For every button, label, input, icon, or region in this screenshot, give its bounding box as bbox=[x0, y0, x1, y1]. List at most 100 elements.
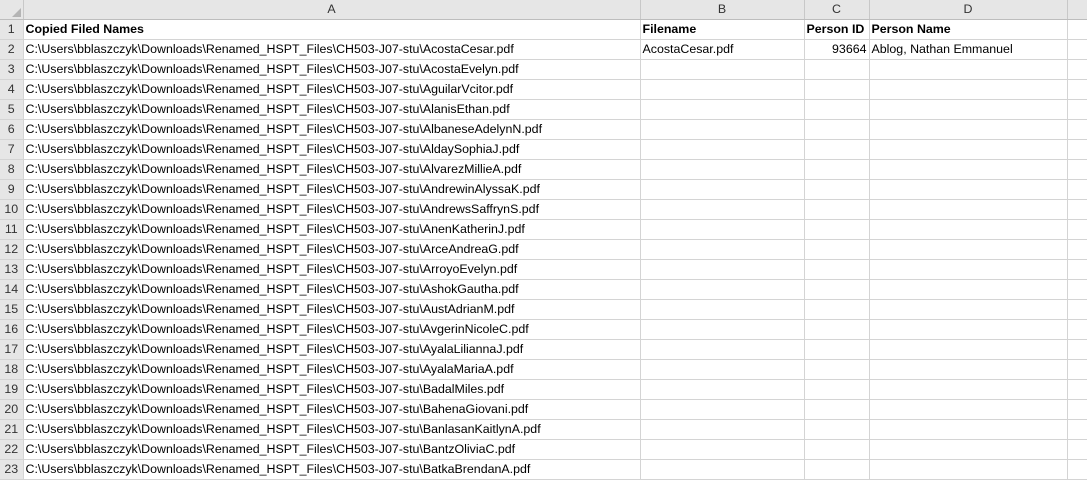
cell-filename[interactable] bbox=[640, 279, 805, 300]
cell-filename[interactable] bbox=[640, 319, 805, 340]
cell-filename[interactable] bbox=[640, 119, 805, 140]
cell-filename[interactable] bbox=[640, 59, 805, 80]
cell-person-id[interactable] bbox=[804, 279, 870, 300]
cell-empty[interactable] bbox=[1067, 259, 1087, 280]
row-header[interactable]: 15 bbox=[0, 299, 24, 320]
cell-person-id[interactable] bbox=[804, 339, 870, 360]
cell-path[interactable]: C:\Users\bblaszczyk\Downloads\Renamed_HS… bbox=[23, 239, 641, 260]
cell-c1[interactable]: Person ID bbox=[804, 19, 870, 40]
cell-empty[interactable] bbox=[1067, 159, 1087, 180]
cell-b1[interactable]: Filename bbox=[640, 19, 805, 40]
cell-filename[interactable] bbox=[640, 79, 805, 100]
cell-person-name[interactable] bbox=[869, 279, 1068, 300]
cell-person-id[interactable] bbox=[804, 99, 870, 120]
cell-person-name[interactable] bbox=[869, 139, 1068, 160]
row-header[interactable]: 18 bbox=[0, 359, 24, 380]
row-header[interactable]: 21 bbox=[0, 419, 24, 440]
cell-empty[interactable] bbox=[1067, 219, 1087, 240]
cell-path[interactable]: C:\Users\bblaszczyk\Downloads\Renamed_HS… bbox=[23, 179, 641, 200]
cell-filename[interactable] bbox=[640, 459, 805, 480]
cell-filename[interactable] bbox=[640, 239, 805, 260]
row-header[interactable]: 12 bbox=[0, 239, 24, 260]
cell-path[interactable]: C:\Users\bblaszczyk\Downloads\Renamed_HS… bbox=[23, 359, 641, 380]
cell-person-name[interactable] bbox=[869, 459, 1068, 480]
cell-e1[interactable] bbox=[1067, 19, 1087, 40]
row-header[interactable]: 7 bbox=[0, 139, 24, 160]
select-all-button[interactable] bbox=[0, 0, 24, 20]
cell-filename[interactable] bbox=[640, 339, 805, 360]
cell-person-id[interactable]: 93664 bbox=[804, 39, 870, 60]
cell-person-name[interactable] bbox=[869, 199, 1068, 220]
cell-person-id[interactable] bbox=[804, 239, 870, 260]
row-header[interactable]: 16 bbox=[0, 319, 24, 340]
row-header[interactable]: 20 bbox=[0, 399, 24, 420]
cell-filename[interactable] bbox=[640, 179, 805, 200]
row-header[interactable]: 6 bbox=[0, 119, 24, 140]
row-header[interactable]: 8 bbox=[0, 159, 24, 180]
cell-person-name[interactable] bbox=[869, 119, 1068, 140]
cell-person-id[interactable] bbox=[804, 219, 870, 240]
cell-person-name[interactable]: Ablog, Nathan Emmanuel bbox=[869, 39, 1068, 60]
cell-person-name[interactable] bbox=[869, 379, 1068, 400]
cell-person-name[interactable] bbox=[869, 259, 1068, 280]
cell-path[interactable]: C:\Users\bblaszczyk\Downloads\Renamed_HS… bbox=[23, 299, 641, 320]
cell-empty[interactable] bbox=[1067, 119, 1087, 140]
cell-person-id[interactable] bbox=[804, 459, 870, 480]
row-header[interactable]: 23 bbox=[0, 459, 24, 480]
cell-empty[interactable] bbox=[1067, 199, 1087, 220]
cell-filename[interactable] bbox=[640, 419, 805, 440]
row-header[interactable]: 2 bbox=[0, 39, 24, 60]
row-header[interactable]: 5 bbox=[0, 99, 24, 120]
cell-empty[interactable] bbox=[1067, 339, 1087, 360]
cell-filename[interactable] bbox=[640, 139, 805, 160]
cell-empty[interactable] bbox=[1067, 279, 1087, 300]
cell-person-name[interactable] bbox=[869, 159, 1068, 180]
cell-path[interactable]: C:\Users\bblaszczyk\Downloads\Renamed_HS… bbox=[23, 399, 641, 420]
row-header[interactable]: 11 bbox=[0, 219, 24, 240]
cell-person-name[interactable] bbox=[869, 219, 1068, 240]
cell-filename[interactable] bbox=[640, 299, 805, 320]
cell-empty[interactable] bbox=[1067, 99, 1087, 120]
cell-empty[interactable] bbox=[1067, 139, 1087, 160]
cell-person-id[interactable] bbox=[804, 199, 870, 220]
cell-empty[interactable] bbox=[1067, 319, 1087, 340]
cell-path[interactable]: C:\Users\bblaszczyk\Downloads\Renamed_HS… bbox=[23, 119, 641, 140]
cell-person-name[interactable] bbox=[869, 399, 1068, 420]
cell-path[interactable]: C:\Users\bblaszczyk\Downloads\Renamed_HS… bbox=[23, 419, 641, 440]
row-header[interactable]: 13 bbox=[0, 259, 24, 280]
cell-path[interactable]: C:\Users\bblaszczyk\Downloads\Renamed_HS… bbox=[23, 339, 641, 360]
cell-person-id[interactable] bbox=[804, 259, 870, 280]
cell-person-name[interactable] bbox=[869, 439, 1068, 460]
cell-filename[interactable] bbox=[640, 379, 805, 400]
column-header-b[interactable]: B bbox=[640, 0, 805, 20]
cell-person-id[interactable] bbox=[804, 139, 870, 160]
cell-person-name[interactable] bbox=[869, 419, 1068, 440]
cell-person-id[interactable] bbox=[804, 299, 870, 320]
cell-path[interactable]: C:\Users\bblaszczyk\Downloads\Renamed_HS… bbox=[23, 99, 641, 120]
cell-filename[interactable] bbox=[640, 399, 805, 420]
cell-person-name[interactable] bbox=[869, 239, 1068, 260]
cell-empty[interactable] bbox=[1067, 459, 1087, 480]
cell-empty[interactable] bbox=[1067, 299, 1087, 320]
cell-empty[interactable] bbox=[1067, 359, 1087, 380]
cell-person-name[interactable] bbox=[869, 319, 1068, 340]
row-header[interactable]: 10 bbox=[0, 199, 24, 220]
row-header[interactable]: 4 bbox=[0, 79, 24, 100]
row-header[interactable]: 17 bbox=[0, 339, 24, 360]
cell-path[interactable]: C:\Users\bblaszczyk\Downloads\Renamed_HS… bbox=[23, 279, 641, 300]
cell-path[interactable]: C:\Users\bblaszczyk\Downloads\Renamed_HS… bbox=[23, 159, 641, 180]
cell-person-name[interactable] bbox=[869, 59, 1068, 80]
cell-filename[interactable] bbox=[640, 359, 805, 380]
cell-person-name[interactable] bbox=[869, 179, 1068, 200]
cell-empty[interactable] bbox=[1067, 439, 1087, 460]
cell-person-name[interactable] bbox=[869, 299, 1068, 320]
cell-path[interactable]: C:\Users\bblaszczyk\Downloads\Renamed_HS… bbox=[23, 139, 641, 160]
cell-empty[interactable] bbox=[1067, 179, 1087, 200]
cell-path[interactable]: C:\Users\bblaszczyk\Downloads\Renamed_HS… bbox=[23, 59, 641, 80]
row-header[interactable]: 19 bbox=[0, 379, 24, 400]
row-header[interactable]: 1 bbox=[0, 19, 24, 40]
cell-filename[interactable] bbox=[640, 259, 805, 280]
cell-person-id[interactable] bbox=[804, 119, 870, 140]
cell-person-id[interactable] bbox=[804, 379, 870, 400]
cell-person-id[interactable] bbox=[804, 359, 870, 380]
